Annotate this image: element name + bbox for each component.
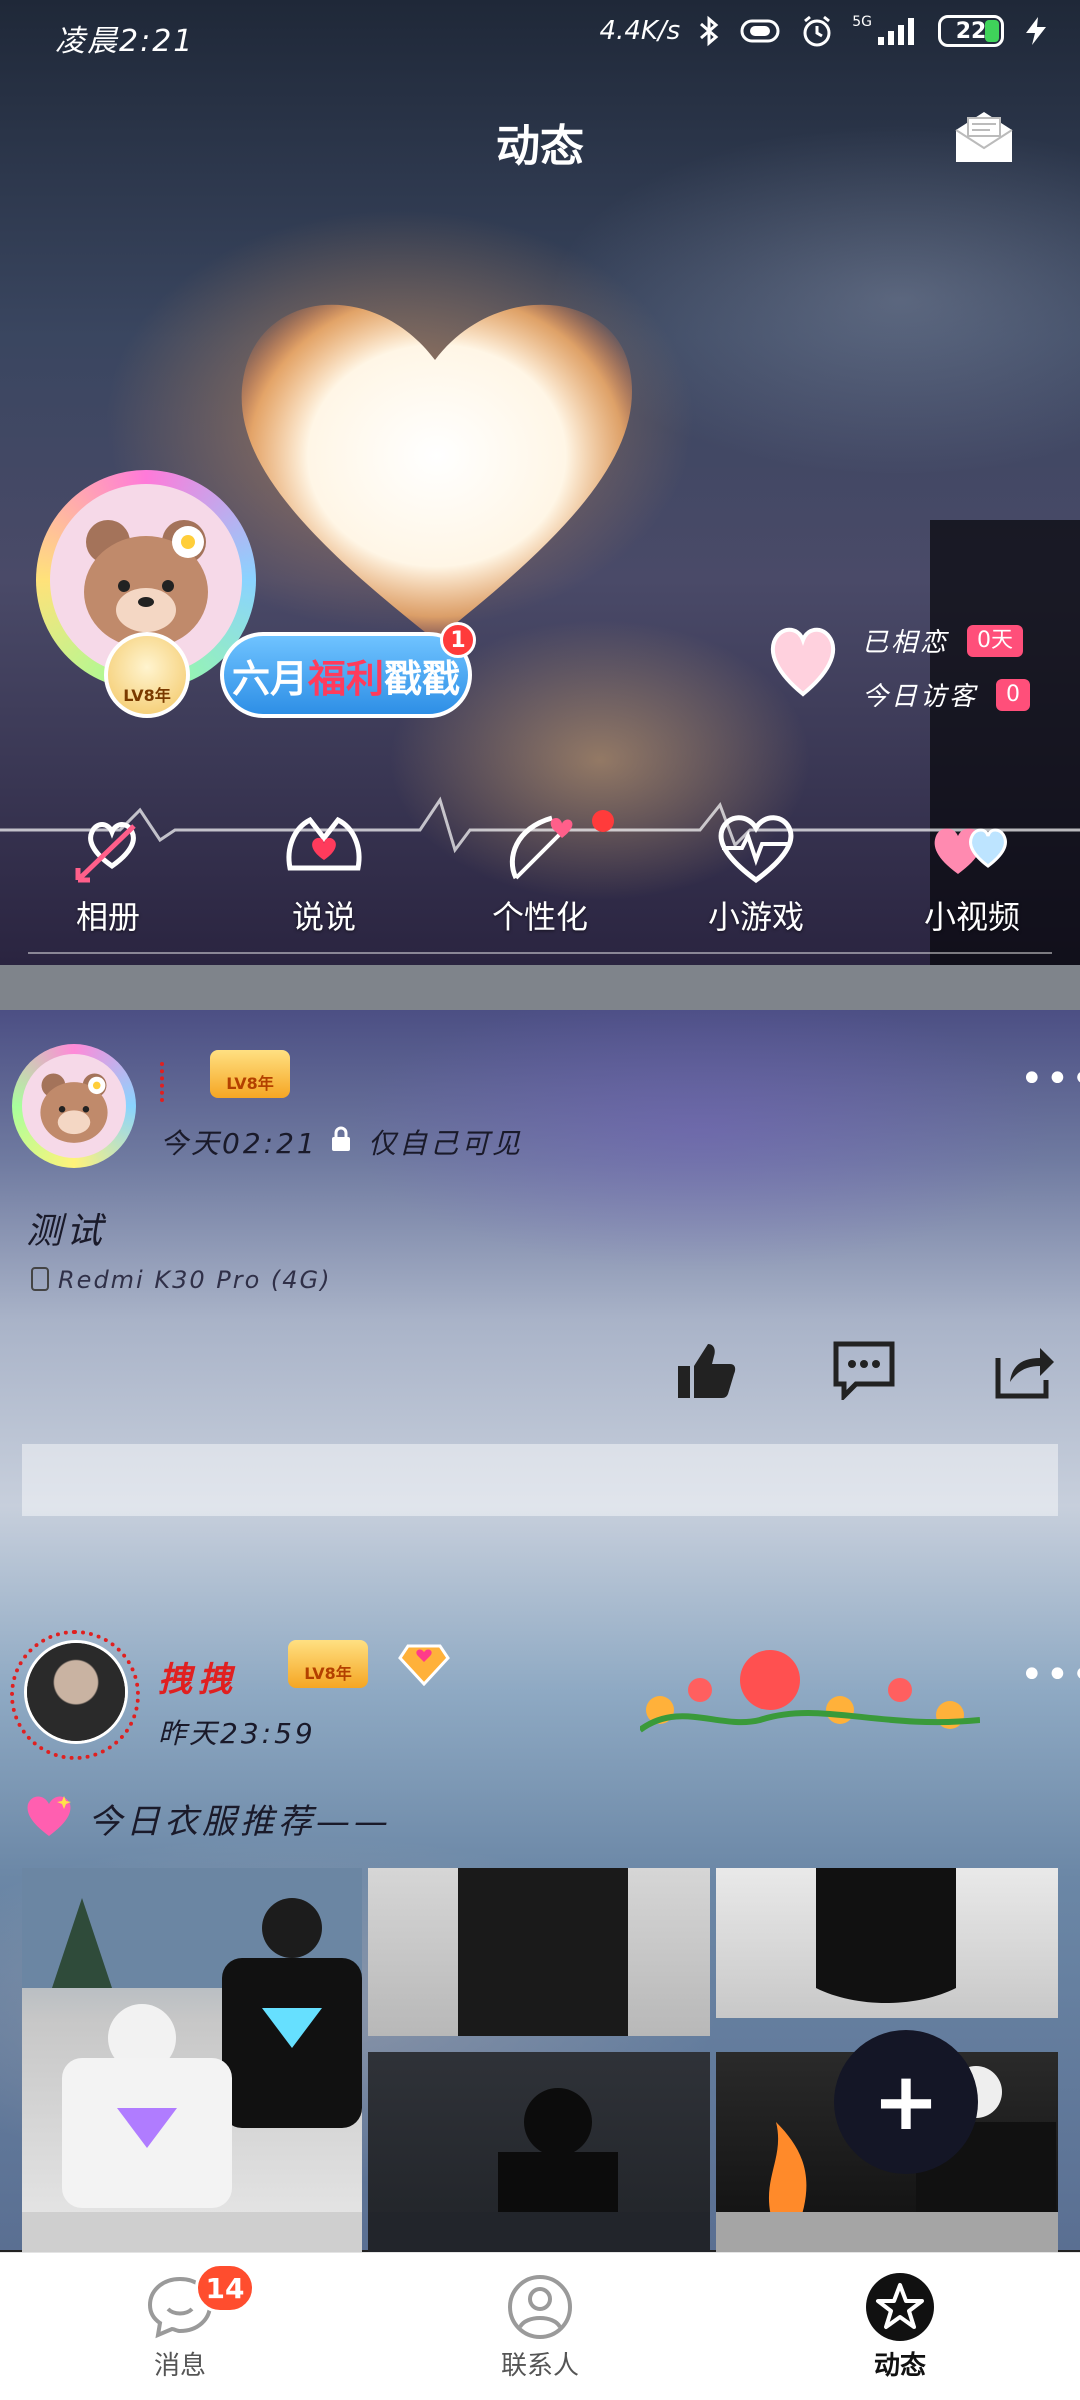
post-level-badge: LV8年 [288,1640,368,1688]
photo-thumbnail[interactable] [368,2052,710,2220]
page-title: 动态 [496,121,584,172]
post-privacy: 仅自己可见 [368,1127,524,1160]
create-post-button[interactable]: + [834,2030,978,2174]
nav-underline [28,952,1052,954]
promo-banner-button[interactable]: 六月 福利 戳戳 [220,632,472,718]
nav-mini-games[interactable]: 小游戏 [648,808,864,958]
pink-heart-icon[interactable] [768,620,838,698]
nav-short-video[interactable]: 小视频 [864,808,1080,958]
avatar-frame [10,1630,140,1760]
post-time: 今天02:21 [160,1127,318,1160]
post-level-badge: LV8年 [210,1050,290,1098]
flowers-decoration [640,1650,980,1733]
black-tshirt-photo [458,1868,628,2036]
phone-icon [31,1267,49,1291]
comment-icon[interactable] [832,1340,896,1400]
like-icon[interactable] [674,1340,738,1400]
person-icon [508,2275,572,2339]
photo-grid-row-2 [22,2212,1058,2252]
stat-today-visitors[interactable]: 今日访客 0 [862,676,1031,713]
tab-messages[interactable]: 消息 14 [0,2253,360,2400]
bottom-tab-bar: 消息 14 联系人 动态 [0,2252,1080,2400]
photo-thumbnail[interactable] [368,1868,710,2036]
post-device: Redmi K30 Pro (4G) [58,1266,332,1294]
message-envelope-icon[interactable] [952,108,1016,166]
tab-contacts[interactable]: 联系人 [360,2253,720,2400]
net-speed: 4.4K/s [599,16,681,46]
plus-icon: + [872,2055,940,2148]
lock-icon [332,1126,350,1151]
share-icon[interactable] [992,1340,1056,1400]
person-back-photo [498,2088,618,2220]
black-tshirt-photo [816,1868,956,2003]
photo-thumbnail[interactable] [368,2212,710,2252]
nav-album[interactable]: 相册 [0,808,216,958]
post-author-name[interactable]: 拽拽 [158,1652,238,1701]
bow-heart-icon [509,815,573,880]
hands-heart-icon [286,816,362,871]
bear-avatar-icon [40,1073,108,1143]
post-content: 今日衣服推荐—— [88,1802,392,1842]
nav-personalize[interactable]: 个性化 [432,808,648,958]
post-time: 昨天23:59 [158,1717,316,1750]
photo-thumbnail[interactable] [716,1868,1058,2018]
more-options-icon[interactable]: ••• [1020,1056,1080,1102]
bluetooth-icon [700,15,719,47]
heartbeat-icon [718,815,794,884]
battery-icon: 22 [938,15,1004,47]
promo-badge: 1 [440,622,476,658]
feature-nav: 相册 说说 个性化 小游戏 小视频 [0,808,1080,958]
photo-thumbnail[interactable] [22,2212,362,2252]
signal-icon [878,18,914,45]
more-options-icon[interactable]: ••• [1020,1652,1080,1698]
unread-badge: 14 [195,2263,255,2313]
tab-feed[interactable]: 动态 [720,2253,1080,2400]
photo-thumbnail[interactable] [716,2212,1058,2252]
couple-tshirt-photo [22,1868,362,2208]
diamond-icon [398,1644,450,1686]
nickname-placeholder [160,1062,168,1102]
comment-input[interactable] [22,1444,1058,1516]
vibrate-icon [740,19,780,43]
post-content: 测试 [26,1211,107,1252]
photo-thumbnail[interactable] [22,1868,362,2248]
vip-level-badge[interactable]: LV8年 [104,632,190,718]
alarm-icon [803,15,831,47]
arrow-heart-icon [75,822,136,883]
status-time: 凌晨2:21 [55,24,195,59]
twin-hearts-icon [934,828,1007,874]
nav-shuoshuo[interactable]: 说说 [216,808,432,958]
sparkling-heart-icon [27,1796,71,1836]
charging-icon [1026,17,1046,45]
stat-in-love: 已相恋 0天 [862,622,1024,659]
status-bar: 凌晨2:21 4.4K/s 5G 22 [0,0,1080,70]
section-divider [0,965,1080,1010]
star-icon [866,2273,934,2341]
post-author-avatar[interactable] [12,1044,136,1168]
heart-cloud-image [241,304,632,640]
network-type: 5G [852,14,872,30]
